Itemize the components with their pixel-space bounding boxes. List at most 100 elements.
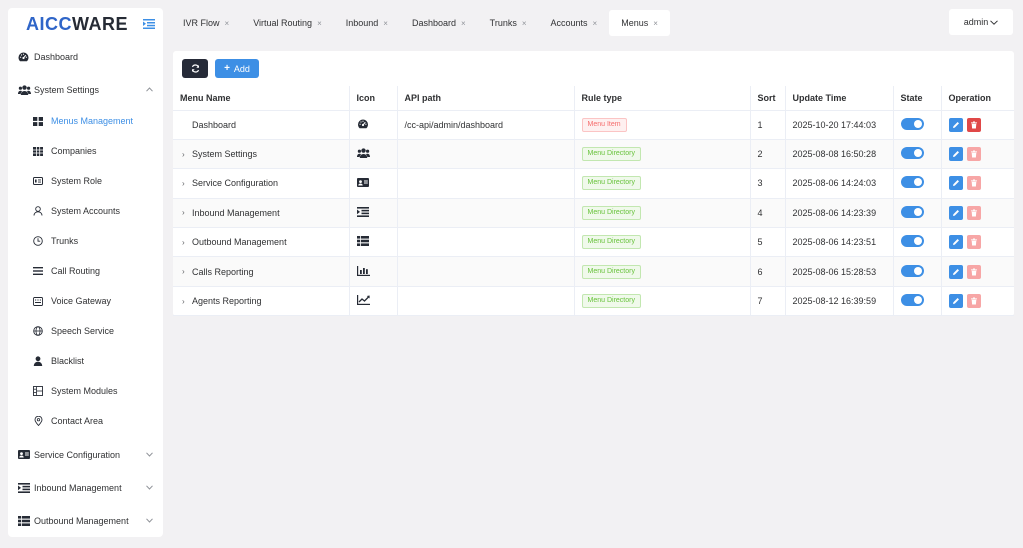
menu-name-cell: Dashboard (173, 110, 349, 140)
sidebar-item-system-settings[interactable]: System Settings (8, 73, 163, 106)
sidebar-item-inbound-management[interactable]: Inbound Management (8, 471, 163, 504)
update-time-cell: 2025-08-06 14:24:03 (784, 168, 893, 199)
tab-virtual-routing[interactable]: Virtual Routing × (241, 10, 334, 36)
tab-trunks[interactable]: Trunks × (478, 10, 539, 36)
expand-arrow-icon[interactable]: › (182, 267, 192, 276)
table-row[interactable]: › Service Configuration Menu Directory 3 202… (173, 168, 1014, 199)
expand-arrow-icon[interactable]: › (182, 238, 192, 247)
globe-icon (32, 326, 44, 337)
state-toggle[interactable] (900, 235, 924, 248)
state-toggle[interactable] (900, 117, 924, 130)
delete-button[interactable] (966, 205, 981, 220)
sidebar-item-blacklist[interactable]: Blacklist (8, 346, 163, 376)
state-toggle[interactable] (900, 264, 924, 277)
sidebar-item-menus-management[interactable]: Menus Management (8, 106, 163, 136)
rule-type-cell: Menu Directory (573, 286, 750, 317)
sidebar-item-label: Menus Management (51, 116, 134, 126)
user-menu-button[interactable]: admin (949, 9, 1013, 35)
indent-icon (356, 206, 369, 217)
edit-button[interactable] (948, 147, 963, 162)
edit-button[interactable] (948, 205, 963, 220)
delete-button[interactable] (966, 117, 981, 132)
trash-icon (970, 268, 977, 276)
edit-button[interactable] (948, 176, 963, 191)
table-row[interactable]: › Agents Reporting Menu Directory 7 2025-08-… (173, 286, 1014, 317)
edit-button[interactable] (948, 264, 963, 279)
tab-menus[interactable]: Menus × (609, 10, 670, 36)
state-cell (892, 139, 941, 170)
tab-label: Inbound (345, 18, 379, 28)
api-path-cell (396, 227, 574, 258)
indent-icon (18, 482, 31, 493)
refresh-button[interactable] (182, 59, 208, 78)
tab-ivr-flow[interactable]: IVR Flow × (171, 10, 241, 36)
sidebar-item-call-routing[interactable]: Call Routing (8, 256, 163, 286)
update-time-cell: 2025-08-06 15:28:53 (784, 256, 893, 287)
close-icon[interactable]: × (317, 19, 322, 28)
expand-arrow-icon[interactable]: › (182, 208, 192, 217)
tab-inbound[interactable]: Inbound × (334, 10, 400, 36)
state-toggle[interactable] (900, 294, 924, 307)
table-row[interactable]: Dashboard/cc-api/admin/dashboard Menu Ite… (173, 110, 1014, 140)
sort-cell: 2 (749, 139, 785, 170)
column-header-menu-name: Menu Name (173, 86, 349, 111)
delete-button[interactable] (966, 235, 981, 250)
state-toggle[interactable] (900, 176, 924, 189)
state-toggle[interactable] (900, 147, 924, 160)
sidebar-item-contact-area[interactable]: Contact Area (8, 406, 163, 436)
tab-bar: IVR Flow × Virtual Routing × Inbound × Dashboa… (171, 10, 670, 36)
close-icon[interactable]: × (225, 19, 230, 28)
edit-icon (952, 209, 959, 216)
users-icon (18, 84, 31, 95)
sidebar-item-system-role[interactable]: System Role (8, 166, 163, 196)
close-icon[interactable]: × (593, 19, 598, 28)
rule-type-badge: Menu Directory (581, 294, 641, 309)
sidebar-item-voice-gateway[interactable]: Voice Gateway (8, 286, 163, 316)
table-row[interactable]: › System Settings Menu Directory 2 2025-08-0… (173, 139, 1014, 170)
api-path-cell (396, 256, 574, 287)
expand-arrow-icon[interactable]: › (182, 179, 192, 188)
close-icon[interactable]: × (461, 19, 466, 28)
edit-button[interactable] (948, 235, 963, 250)
menu-name-wrap: › Service Configuration (180, 178, 349, 188)
delete-button[interactable] (966, 294, 981, 309)
sidebar-item-trunks[interactable]: Trunks (8, 226, 163, 256)
edit-icon (952, 121, 959, 128)
sidebar-item-label: Dashboard (34, 51, 79, 62)
sidebar-item-outbound-management[interactable]: Outbound Management (8, 504, 163, 537)
tab-dashboard[interactable]: Dashboard × (400, 10, 478, 36)
close-icon[interactable]: × (383, 19, 388, 28)
clock-icon (32, 236, 44, 247)
menu-name: Calls Reporting (192, 266, 254, 277)
delete-button[interactable] (966, 176, 981, 191)
sidebar-item-label: System Settings (34, 84, 100, 95)
tab-accounts[interactable]: Accounts × (539, 10, 610, 36)
delete-button[interactable] (966, 147, 981, 162)
state-cell (892, 198, 941, 229)
sidebar-item-dashboard[interactable]: Dashboard (8, 40, 163, 73)
state-cell (892, 110, 941, 140)
close-icon[interactable]: × (522, 19, 527, 28)
expand-arrow-icon[interactable]: › (182, 297, 192, 306)
table-row[interactable]: › Calls Reporting Menu Directory 6 2025-08-0… (173, 256, 1014, 287)
edit-button[interactable] (948, 117, 963, 132)
state-toggle[interactable] (900, 205, 924, 218)
collapse-sidebar-icon[interactable] (143, 19, 155, 29)
sort-cell: 6 (749, 256, 785, 287)
delete-button[interactable] (966, 264, 981, 279)
table-row[interactable]: › Inbound Management Menu Directory 4 2025-0… (173, 198, 1014, 229)
sidebar-item-system-accounts[interactable]: System Accounts (8, 196, 163, 226)
list-icon (356, 236, 369, 247)
add-button[interactable]: + Add (215, 59, 259, 78)
update-time-cell: 2025-08-12 16:39:59 (784, 286, 893, 317)
sidebar-item-service-configuration[interactable]: Service Configuration (8, 438, 163, 471)
refresh-icon (191, 64, 199, 73)
sidebar-item-companies[interactable]: Companies (8, 136, 163, 166)
edit-button[interactable] (948, 294, 963, 309)
sidebar-item-speech-service[interactable]: Speech Service (8, 316, 163, 346)
edit-icon (952, 151, 959, 158)
close-icon[interactable]: × (653, 19, 658, 28)
expand-arrow-icon[interactable]: › (182, 150, 192, 159)
sidebar-item-system-modules[interactable]: System Modules (8, 376, 163, 406)
table-row[interactable]: › Outbound Management Menu Directory 5 2025-… (173, 227, 1014, 258)
